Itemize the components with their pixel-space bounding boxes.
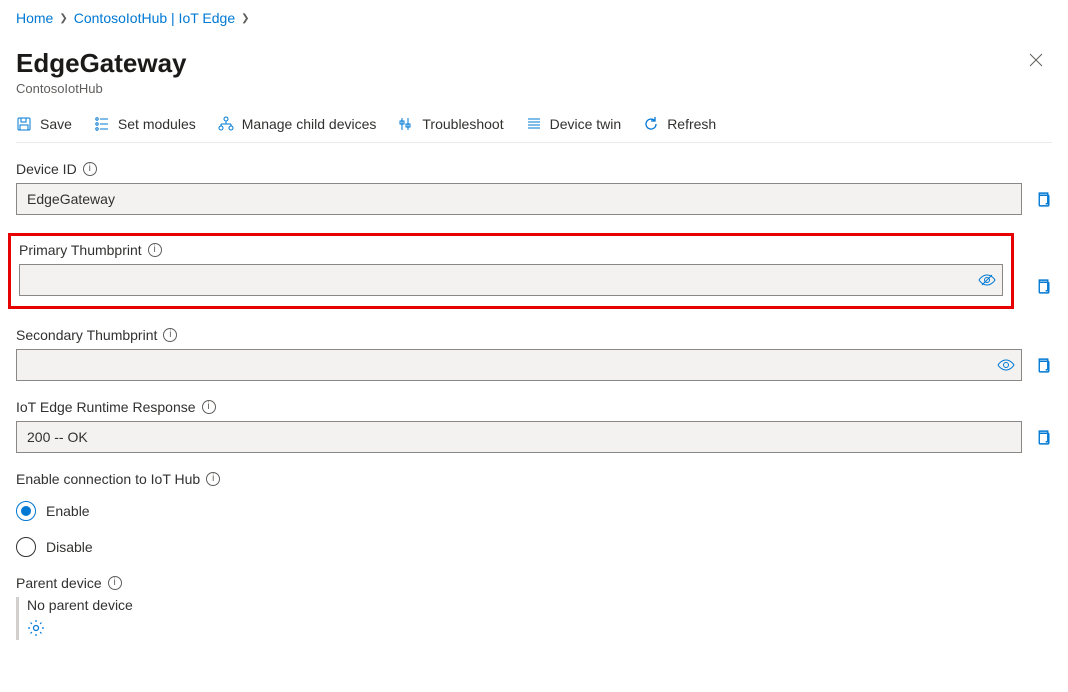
primary-thumbprint-label: Primary Thumbprint [19, 242, 142, 258]
parent-device-settings-button[interactable] [27, 619, 45, 637]
radio-enable[interactable]: Enable [16, 501, 1052, 521]
toolbar: Save Set modules Manage child devices Tr… [16, 110, 1052, 143]
chevron-right-icon: ❯ [241, 13, 249, 24]
chevron-right-icon: ❯ [59, 13, 67, 24]
runtime-response-field[interactable]: 200 -- OK [16, 421, 1022, 453]
refresh-label: Refresh [667, 116, 716, 132]
info-icon[interactable]: i [108, 576, 122, 590]
parent-device-value: No parent device [27, 597, 1052, 613]
copy-primary-thumbprint-button[interactable] [1034, 277, 1052, 295]
copy-runtime-response-button[interactable] [1034, 428, 1052, 446]
radio-disable-label: Disable [46, 539, 93, 555]
radio-enable-label: Enable [46, 503, 90, 519]
radio-icon [16, 537, 36, 557]
copy-secondary-thumbprint-button[interactable] [1034, 356, 1052, 374]
runtime-response-value: 200 -- OK [27, 429, 88, 445]
info-icon[interactable]: i [83, 162, 97, 176]
reveal-secondary-thumbprint-button[interactable] [997, 356, 1015, 374]
device-id-field[interactable]: EdgeGateway [16, 183, 1022, 215]
page-title: EdgeGateway [16, 48, 187, 79]
breadcrumb-hub[interactable]: ContosoIotHub | IoT Edge [74, 10, 235, 26]
troubleshoot-label: Troubleshoot [422, 116, 503, 132]
info-icon[interactable]: i [148, 243, 162, 257]
info-icon[interactable]: i [163, 328, 177, 342]
primary-thumbprint-highlight: Primary Thumbprint i [8, 233, 1014, 309]
close-button[interactable] [1020, 48, 1052, 77]
info-icon[interactable]: i [206, 472, 220, 486]
refresh-button[interactable]: Refresh [643, 116, 716, 132]
page-subtitle: ContosoIotHub [16, 81, 187, 96]
secondary-thumbprint-label: Secondary Thumbprint [16, 327, 157, 343]
radio-disable[interactable]: Disable [16, 537, 1052, 557]
enable-connection-label: Enable connection to IoT Hub [16, 471, 200, 487]
radio-icon [16, 501, 36, 521]
manage-child-label: Manage child devices [242, 116, 377, 132]
device-twin-button[interactable]: Device twin [526, 116, 622, 132]
set-modules-button[interactable]: Set modules [94, 116, 196, 132]
copy-device-id-button[interactable] [1034, 190, 1052, 208]
troubleshoot-button[interactable]: Troubleshoot [398, 116, 503, 132]
secondary-thumbprint-field[interactable] [16, 349, 1022, 381]
breadcrumb-home[interactable]: Home [16, 10, 53, 26]
set-modules-label: Set modules [118, 116, 196, 132]
runtime-response-label: IoT Edge Runtime Response [16, 399, 196, 415]
save-label: Save [40, 116, 72, 132]
device-twin-label: Device twin [550, 116, 622, 132]
save-button[interactable]: Save [16, 116, 72, 132]
parent-device-label: Parent device [16, 575, 102, 591]
device-id-value: EdgeGateway [27, 191, 115, 207]
reveal-primary-thumbprint-button[interactable] [978, 271, 996, 289]
primary-thumbprint-field[interactable] [19, 264, 1003, 296]
breadcrumb: Home ❯ ContosoIotHub | IoT Edge ❯ [16, 10, 1052, 40]
info-icon[interactable]: i [202, 400, 216, 414]
device-id-label: Device ID [16, 161, 77, 177]
manage-child-devices-button[interactable]: Manage child devices [218, 116, 377, 132]
